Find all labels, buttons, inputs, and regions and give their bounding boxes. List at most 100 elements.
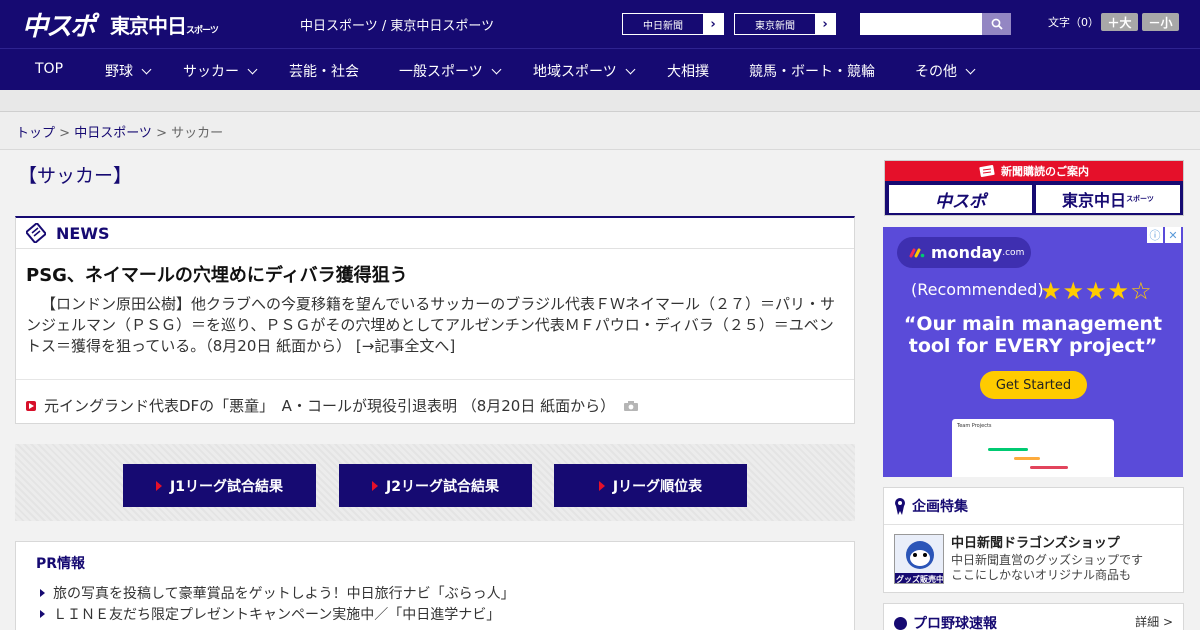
jleague-links: J1リーグ試合結果 J2リーグ試合結果 Jリーグ順位表 [15,444,855,521]
tokyo-shimbun-button[interactable]: 東京新聞 › [734,13,836,35]
nav-item-local-sports[interactable]: 地域スポーツ [533,61,636,81]
chuspo-logo: 中スポ [889,185,1032,213]
nav-label: その他 [915,64,957,80]
nav-sub-strip [0,90,1200,112]
page-title: 【サッカー】 [18,165,133,187]
news-section-label: NEWS [56,223,110,243]
news-sub-item[interactable]: 元イングランド代表DFの「悪童」 A・コールが現役引退表明 （8月20日 紙面か… [26,395,639,416]
nav-label: 野球 [105,64,133,80]
chevron-down-icon [491,64,502,74]
dragons-shop-badge: グッズ販売中 [896,575,944,584]
chevron-right-icon: › [703,14,723,34]
feature-desc-line: ここにしかないオリジナル商品も [951,568,1132,582]
chevron-down-icon [965,64,976,74]
baseball-scores-header: プロ野球速報 [894,613,997,630]
chevron-down-icon [141,64,152,74]
font-smaller-button[interactable]: －小 [1142,13,1179,31]
newspaper-icon [26,223,46,243]
pr-item[interactable]: ＬＩＮＥ友だち限定プレゼントキャンペーン実施中／「中日進学ナビ」 [40,604,500,624]
video-bullet-icon [26,400,36,411]
nav-label: TOP [35,61,64,77]
ad-shot-bar [988,448,1028,451]
chunichi-shimbun-label: 中日新聞 [643,20,683,32]
news-section: NEWS PSG、ネイマールの穴埋めにディバラ獲得狙う 【ロンドン原田公樹】他ク… [15,216,855,424]
chevron-down-icon [247,64,258,74]
feature-desc-line: 中日新聞直営のグッズショップです [951,553,1144,567]
breadcrumb-current: サッカー [171,126,224,141]
breadcrumb-bar: トップ > 中日スポーツ > サッカー [0,112,1200,150]
nav-item-top[interactable]: TOP [35,61,63,77]
nav-label: 芸能・社会 [289,64,359,80]
ad-choices[interactable]: ⓘ ✕ [1147,227,1181,243]
ad-brand-name: monday [931,243,1003,262]
get-started-button[interactable]: Get Started [980,371,1087,399]
triangle-right-icon [372,480,379,491]
nav-item-racing[interactable]: 競馬・ボート・競輪 [749,61,875,81]
camera-icon [624,400,639,411]
nav-item-sumo[interactable]: 大相撲 [667,61,709,81]
newspaper-icon [979,165,995,177]
nav-item-entertainment[interactable]: 芸能・社会 [289,61,359,81]
feature-title: 企画特集 [912,499,968,515]
nav-item-general-sports[interactable]: 一般スポーツ [399,61,502,81]
header-sites-text: 中日スポーツ / 東京中日スポーツ [300,19,495,34]
close-icon[interactable]: ✕ [1165,227,1181,243]
subscription-banner[interactable]: 新聞購読のご案内 中スポ 東京中日 スポーツ [884,160,1184,216]
site-header: 中スポ 東京中日スポーツ 中日スポーツ / 東京中日スポーツ 中日新聞 › 東京… [0,0,1200,48]
ad-brand-logo: monday .com [897,237,1031,268]
news-headline[interactable]: PSG、ネイマールの穴埋めにディバラ獲得狙う [26,261,408,287]
nav-label: 大相撲 [667,64,709,80]
search-icon [991,18,1003,30]
jleague-standings-button[interactable]: Jリーグ順位表 [554,464,747,507]
tokyo-chunichi-logo-text: 東京中日 [110,14,187,38]
chuspo-logo[interactable]: 中スポ [22,6,96,43]
nav-label: 一般スポーツ [399,64,483,80]
ad-shot-bar [1030,466,1068,469]
baseball-scores-section: プロ野球速報 詳細 > [883,603,1184,630]
j1-results-button[interactable]: J1リーグ試合結果 [123,464,316,507]
tokyo-chunichi-logo-small: スポーツ [186,26,219,36]
pr-item-text: 旅の写真を投稿して豪華賞品をゲットしよう！中日旅行ナビ「ぶらっ人」 [53,586,515,602]
baseball-details-link[interactable]: 詳細 > [1135,613,1173,630]
nav-label: サッカー [183,64,239,80]
ad-recommended: (Recommended) [911,280,1044,299]
feature-section: 企画特集 グッズ販売中 中日新聞ドラゴンズショップ 中日新聞直営のグッズショップ… [883,487,1184,593]
breadcrumb-chunichi-sports-link[interactable]: 中日スポーツ [74,126,152,141]
font-bigger-button[interactable]: ＋大 [1101,13,1138,31]
chunichi-shimbun-button[interactable]: 中日新聞 › [622,13,724,35]
search-button[interactable] [982,13,1011,35]
triangle-right-icon [598,480,605,491]
divider [16,379,854,380]
search-input[interactable] [860,13,982,35]
pr-item[interactable]: 旅の写真を投稿して豪華賞品をゲットしよう！中日旅行ナビ「ぶらっ人」 [40,583,515,603]
nav-label: 地域スポーツ [533,64,617,80]
tokyo-chunichi-logo-small: スポーツ [1126,195,1154,203]
chevron-down-icon [625,64,636,74]
ribbon-icon [895,498,905,515]
pr-section: PR情報 旅の写真を投稿して豪華賞品をゲットしよう！中日旅行ナビ「ぶらっ人」 Ｌ… [15,541,855,630]
advertisement[interactable]: ⓘ ✕ monday .com (Recommended) ★★★★☆ “Our … [883,227,1183,477]
tokyo-chunichi-logo[interactable]: 東京中日スポーツ [110,10,219,39]
ad-shot-title: Team Projects [957,423,992,429]
nav-item-soccer[interactable]: サッカー [183,61,258,81]
j2-results-button[interactable]: J2リーグ試合結果 [339,464,532,507]
ad-product-screenshot: Team Projects [952,419,1114,477]
feature-item-name[interactable]: 中日新聞ドラゴンズショップ [951,532,1120,551]
monday-logo-icon [909,248,925,257]
jleague-standings-label: Jリーグ順位表 [612,478,703,495]
main-nav: TOP 野球 サッカー 芸能・社会 一般スポーツ 地域スポーツ 大相撲 競馬・ボ… [0,48,1200,90]
font-size-label: 文字（0） [1048,16,1099,29]
chevron-right-icon: › [815,14,835,34]
news-body[interactable]: 【ロンドン原田公樹】他クラブへの今夏移籍を望んでいるサッカーのブラジル代表ＦＷネ… [26,294,846,357]
ad-brand-suffix: .com [1002,247,1025,258]
breadcrumb-top-link[interactable]: トップ [16,126,55,141]
nav-item-other[interactable]: その他 [915,61,976,81]
breadcrumb-sep: > [151,126,172,141]
baseball-scores-title: プロ野球速報 [913,616,997,630]
baseball-icon [894,616,907,630]
nav-item-baseball[interactable]: 野球 [105,61,152,81]
j1-results-label: J1リーグ試合結果 [170,478,283,495]
info-icon[interactable]: ⓘ [1147,227,1163,243]
breadcrumb: トップ > 中日スポーツ > サッカー [16,122,223,141]
dragons-shop-thumbnail[interactable]: グッズ販売中 [894,534,944,584]
